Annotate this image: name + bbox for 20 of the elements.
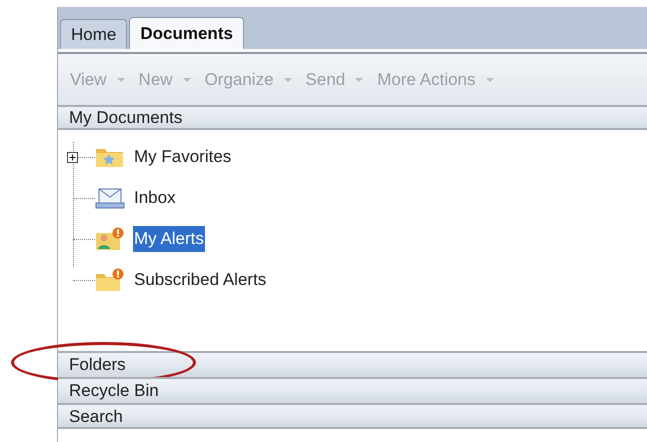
section-header[interactable]: Folders bbox=[58, 351, 647, 377]
envelope-icon bbox=[95, 187, 125, 209]
tree-item[interactable]: Subscribed Alerts bbox=[133, 267, 268, 293]
expand-icon[interactable] bbox=[67, 152, 78, 162]
dropdown-arrow-icon bbox=[355, 78, 364, 82]
section-header[interactable]: Search bbox=[58, 403, 647, 429]
tree-item[interactable]: My Favorites bbox=[133, 144, 232, 170]
tree-item[interactable]: Inbox bbox=[133, 185, 177, 211]
dropdown-arrow-icon bbox=[284, 78, 292, 82]
dropdown-arrow-icon bbox=[182, 78, 191, 82]
tab[interactable]: Home bbox=[60, 19, 128, 49]
folder-star-icon bbox=[95, 146, 125, 168]
tab[interactable]: Documents bbox=[129, 17, 244, 49]
person-folder-alert-icon bbox=[95, 227, 125, 251]
dropdown-arrow-icon bbox=[116, 78, 125, 82]
panel-header: My Documents bbox=[58, 105, 647, 130]
folder-alert-icon bbox=[95, 268, 125, 292]
dropdown-arrow-icon bbox=[486, 78, 494, 82]
tree-item[interactable]: My Alerts bbox=[133, 226, 205, 252]
section-header[interactable]: Recycle Bin bbox=[58, 377, 647, 403]
